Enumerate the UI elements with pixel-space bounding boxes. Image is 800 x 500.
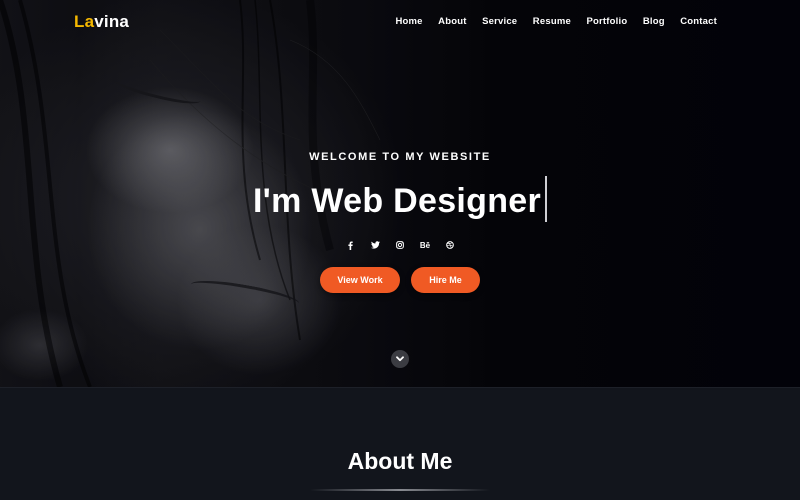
hero-section: Lavina Home About Service Resume Portfol… [0,0,800,387]
main-nav: Home About Service Resume Portfolio Blog… [380,16,717,27]
nav-blog[interactable]: Blog [643,16,665,27]
logo-rest: vina [94,12,130,31]
nav-portfolio[interactable]: Portfolio [586,16,627,27]
headline-container: I'm Web Designer [0,176,800,222]
chevron-down-icon [396,356,404,362]
nav-resume[interactable]: Resume [533,16,571,27]
scroll-down-button[interactable] [391,350,409,368]
twitter-link[interactable] [363,238,387,252]
about-divider [310,489,490,491]
dribbble-link[interactable] [438,238,462,252]
social-links: Bē [0,238,800,252]
about-section: About Me [0,387,800,500]
facebook-link[interactable] [338,238,362,252]
nav-about[interactable]: About [438,16,466,27]
typing-cursor [545,176,548,222]
nav-home[interactable]: Home [395,16,422,27]
nav-service[interactable]: Service [482,16,517,27]
nav-contact[interactable]: Contact [680,16,717,27]
welcome-text: WELCOME TO MY WEBSITE [309,151,491,163]
hero-headline: I'm Web Designer [252,181,542,220]
logo-accent: La [74,12,95,31]
about-title: About Me [347,448,453,474]
view-work-button[interactable]: View Work [320,267,400,293]
logo[interactable]: Lavina [74,12,129,32]
behance-link[interactable]: Bē [413,238,437,252]
behance-icon: Bē [419,240,431,250]
instagram-link[interactable] [388,238,412,252]
instagram-icon [396,241,404,249]
dribbble-icon [446,241,454,249]
hire-me-button[interactable]: Hire Me [411,267,480,293]
facebook-icon [347,241,353,250]
twitter-icon [370,241,380,249]
hero-buttons: View Work Hire Me [0,267,800,293]
navbar: Lavina Home About Service Resume Portfol… [0,0,800,46]
